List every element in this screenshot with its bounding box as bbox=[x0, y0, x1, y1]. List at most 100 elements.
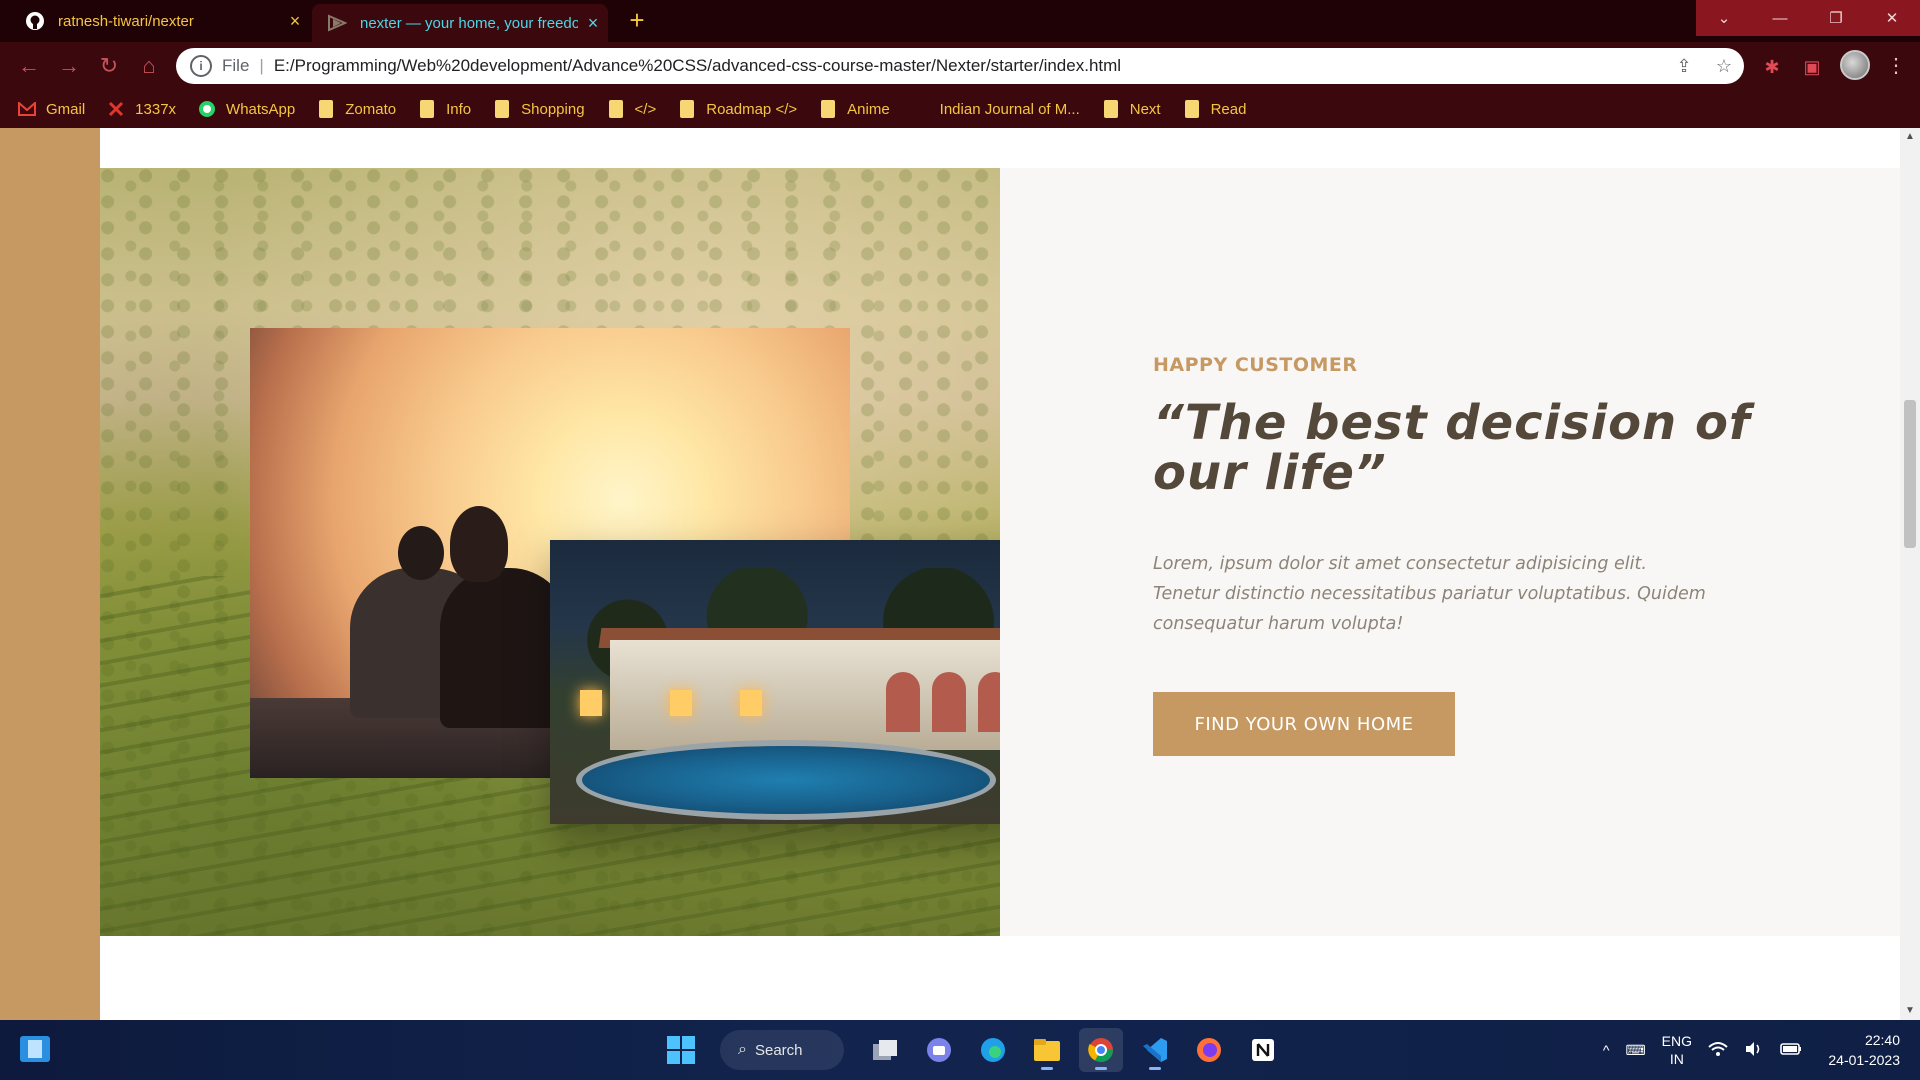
bookmark-label: Zomato bbox=[345, 100, 397, 118]
scrollbar-thumb[interactable] bbox=[1904, 400, 1916, 548]
bookmark-folder-next[interactable]: Next bbox=[1102, 100, 1161, 118]
story-quote-heading: “The best decision of our life” bbox=[1153, 395, 1751, 501]
tab-search-dropdown-button[interactable]: ⌄ bbox=[1696, 0, 1752, 36]
1337x-icon bbox=[107, 100, 125, 118]
new-tab-button[interactable]: + bbox=[622, 6, 652, 36]
person-silhouette bbox=[398, 526, 444, 580]
bookmark-indian-journal[interactable]: Indian Journal of M... bbox=[940, 101, 1080, 118]
photo-window bbox=[580, 690, 602, 716]
edge-icon[interactable] bbox=[971, 1028, 1015, 1072]
bookmark-label: Indian Journal of M... bbox=[939, 100, 1080, 118]
bookmark-label: 1337x bbox=[135, 100, 177, 118]
folder-icon bbox=[493, 100, 511, 118]
bookmark-folder-read[interactable]: Read bbox=[1183, 100, 1247, 118]
bookmark-gmail[interactable]: Gmail bbox=[18, 100, 85, 118]
window-controls: ⌄ — ❐ ✕ bbox=[1696, 0, 1920, 36]
taskbar-clock[interactable]: 22:40 24-01-2023 bbox=[1810, 1030, 1900, 1070]
photo-window bbox=[670, 690, 692, 716]
bookmark-label: Roadmap </> bbox=[706, 100, 798, 118]
file-explorer-icon[interactable] bbox=[1025, 1028, 1069, 1072]
vscode-icon[interactable] bbox=[1133, 1028, 1177, 1072]
page-scrollbar[interactable]: ▲ ▼ bbox=[1900, 128, 1920, 1020]
windows-taskbar: ⌕ Search ^ ⌨ ENG IN 22:40 24-01-2023 bbox=[0, 1020, 1920, 1080]
tab-github[interactable]: ratnesh-tiwari/nexter × bbox=[10, 0, 310, 42]
github-icon bbox=[24, 10, 46, 32]
bookmarks-bar: Gmail 1337x WhatsApp Zomato Info Shoppin… bbox=[0, 90, 1920, 128]
photo-pool bbox=[576, 740, 996, 820]
bookmark-1337x[interactable]: 1337x bbox=[107, 100, 176, 118]
side-panel-icon[interactable]: ▣ bbox=[1798, 53, 1826, 81]
story-text: Lorem, ipsum dolor sit amet consectetur … bbox=[1153, 554, 1706, 634]
chrome-icon[interactable] bbox=[1079, 1028, 1123, 1072]
start-windows-icon[interactable] bbox=[659, 1028, 703, 1072]
bookmark-label: Shopping bbox=[521, 100, 585, 118]
page-container: Happy Customer “The best decision of our… bbox=[100, 128, 1900, 1020]
bookmark-folder-info[interactable]: Info bbox=[418, 100, 471, 118]
bookmark-label: WhatsApp bbox=[226, 100, 296, 118]
forward-button[interactable]: → bbox=[54, 51, 84, 81]
tab-title: ratnesh-tiwari/nexter bbox=[58, 12, 194, 30]
battery-icon[interactable] bbox=[1780, 1042, 1802, 1059]
home-button[interactable]: ⌂ bbox=[134, 51, 164, 81]
scroll-down-arrow-icon[interactable]: ▼ bbox=[1900, 1002, 1920, 1020]
clock-date: 24-01-2023 bbox=[1828, 1052, 1900, 1068]
bookmark-folder-roadmap[interactable]: Roadmap </> bbox=[678, 100, 797, 118]
volume-icon[interactable] bbox=[1744, 1041, 1764, 1060]
find-your-own-home-button[interactable]: Find your own home bbox=[1153, 692, 1455, 756]
minimize-button[interactable]: — bbox=[1752, 0, 1808, 36]
scroll-up-arrow-icon[interactable]: ▲ bbox=[1900, 128, 1920, 146]
bookmark-star-icon[interactable]: ☆ bbox=[1704, 56, 1744, 77]
bookmark-folder-anime[interactable]: Anime bbox=[819, 100, 890, 118]
wifi-icon[interactable] bbox=[1708, 1041, 1728, 1060]
taskbar-search[interactable]: ⌕ Search bbox=[720, 1030, 844, 1070]
browser-chrome: ratnesh-tiwari/nexter × nexter — your ho… bbox=[0, 0, 1920, 128]
keyboard-icon[interactable]: ⌨ bbox=[1625, 1042, 1645, 1059]
task-view-icon[interactable] bbox=[863, 1028, 907, 1072]
widgets-icon[interactable] bbox=[20, 1036, 50, 1062]
bookmark-whatsapp[interactable]: WhatsApp bbox=[198, 100, 295, 118]
url-text[interactable]: E:/Programming/Web%20development/Advance… bbox=[274, 56, 1664, 76]
close-window-button[interactable]: ✕ bbox=[1864, 0, 1920, 36]
profile-avatar[interactable] bbox=[1840, 50, 1870, 80]
person-silhouette bbox=[450, 506, 508, 582]
site-info-icon[interactable]: i bbox=[190, 55, 212, 77]
tab-close-button[interactable]: × bbox=[578, 13, 608, 34]
bookmark-folder-zomato[interactable]: Zomato bbox=[317, 100, 396, 118]
house-pool-photo bbox=[550, 540, 1000, 824]
nexter-logo-icon bbox=[326, 12, 348, 34]
bookmark-label: Gmail bbox=[46, 100, 86, 118]
show-hidden-icons-chevron-icon[interactable]: ^ bbox=[1603, 1042, 1610, 1058]
story-subheading: Happy Customer bbox=[1153, 354, 1358, 376]
tab-bar: ratnesh-tiwari/nexter × nexter — your ho… bbox=[0, 0, 1920, 42]
input-language-indicator[interactable]: ENG IN bbox=[1662, 1032, 1692, 1068]
browser-menu-button[interactable]: ⋮ bbox=[1886, 52, 1906, 80]
running-indicator bbox=[1095, 1067, 1107, 1070]
bookmark-label: Anime bbox=[847, 100, 890, 118]
clock-time: 22:40 bbox=[1864, 1032, 1900, 1048]
photo-arch bbox=[886, 672, 920, 732]
notion-icon[interactable] bbox=[1241, 1028, 1285, 1072]
bookmark-folder-shopping[interactable]: Shopping bbox=[493, 100, 585, 118]
bookmark-folder-code[interactable]: </> bbox=[607, 100, 657, 118]
address-bar[interactable]: i File | E:/Programming/Web%20developmen… bbox=[176, 48, 1744, 84]
bookmark-label: Read bbox=[1210, 100, 1247, 118]
search-icon: ⌕ bbox=[738, 1041, 747, 1058]
share-icon[interactable]: ⇪ bbox=[1664, 56, 1704, 77]
extensions-puzzle-icon[interactable]: ✱ bbox=[1758, 53, 1786, 81]
tab-title: nexter — your home, your freedom bbox=[360, 14, 578, 32]
tab-nexter-active[interactable]: nexter — your home, your freedom × bbox=[312, 4, 608, 42]
folder-icon bbox=[607, 100, 625, 118]
browser-toolbar: ← → ↻ ⌂ i File | E:/Programming/Web%20de… bbox=[0, 42, 1920, 90]
search-label: Search bbox=[754, 1041, 803, 1059]
language-code: ENG bbox=[1661, 1033, 1692, 1049]
back-button[interactable]: ← bbox=[14, 51, 44, 81]
teams-chat-icon[interactable] bbox=[917, 1028, 961, 1072]
restore-button[interactable]: ❐ bbox=[1808, 0, 1864, 36]
reload-button[interactable]: ↻ bbox=[94, 51, 124, 81]
firefox-icon[interactable] bbox=[1187, 1028, 1231, 1072]
bookmark-label: </> bbox=[634, 100, 657, 118]
photo-arch bbox=[932, 672, 966, 732]
folder-icon bbox=[819, 100, 837, 118]
tab-close-button[interactable]: × bbox=[280, 11, 310, 32]
photo-arch bbox=[978, 672, 1000, 732]
